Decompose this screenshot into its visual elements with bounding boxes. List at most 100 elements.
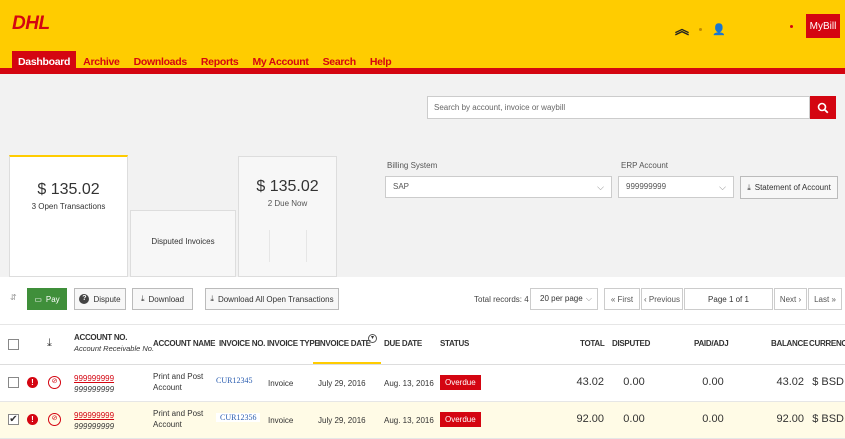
table-row[interactable]: ! ⊘ 999999999 999999999 Print and Post A… <box>0 365 845 402</box>
due-date: Aug. 13, 2016 <box>384 379 434 388</box>
download-icon: ⤓ <box>747 182 751 192</box>
th-account-sub: Account Receivable No. <box>74 344 155 353</box>
invoice-date: July 29, 2016 <box>318 416 366 425</box>
open-amount: $ 135.02 <box>37 181 100 198</box>
billing-system-label: Billing System <box>387 161 438 170</box>
mybill-button[interactable]: MyBill <box>806 14 840 38</box>
no-dispute-icon: ⊘ <box>48 413 61 426</box>
invoice-number-link[interactable]: CUR12345 <box>216 376 252 385</box>
status-badge: Overdue <box>440 375 481 390</box>
due-chart-placeholder <box>269 230 307 262</box>
select-all-checkbox[interactable] <box>8 339 19 350</box>
due-now-card[interactable]: $ 135.02 2 Due Now <box>238 156 337 277</box>
th-account-no[interactable]: ACCOUNT NO. <box>74 333 127 342</box>
invoice-date: July 29, 2016 <box>318 379 366 388</box>
th-invoice-type[interactable]: INVOICE TYPE <box>267 339 320 348</box>
download-button[interactable]: ⤓ Download <box>132 288 193 310</box>
status-badge: Overdue <box>440 412 481 427</box>
first-page-button[interactable]: « First <box>604 288 640 310</box>
th-invoice-no[interactable]: INVOICE NO. <box>219 339 265 348</box>
currency-value: $ BSD <box>812 413 844 425</box>
account-number-cell[interactable]: 999999999 999999999 <box>74 410 114 432</box>
search-button[interactable] <box>810 96 836 119</box>
disputed-invoices-card[interactable]: Disputed Invoices <box>130 210 236 277</box>
chevron-down-icon: ⌵ <box>719 182 726 192</box>
next-page-button[interactable]: Next › <box>774 288 807 310</box>
account-name-cell: Print and Post Account <box>153 371 203 393</box>
disputed-invoices-label: Disputed Invoices <box>151 237 215 246</box>
row-checkbox-checked[interactable]: ✔ <box>8 414 19 425</box>
invoice-type: Invoice <box>268 416 294 425</box>
account-name-cell: Print and Post Account <box>153 408 203 430</box>
pay-button[interactable]: ▭ Pay <box>27 288 67 310</box>
row-checkbox[interactable] <box>8 377 19 388</box>
download-icon: ⤓ <box>140 294 145 303</box>
download-column-icon[interactable]: ⤓ <box>47 337 52 350</box>
paid-adj-value: 0.00 <box>702 376 724 388</box>
search-icon <box>817 102 829 113</box>
erp-account-value: 999999999 <box>626 182 667 191</box>
th-disputed[interactable]: DISPUTED <box>612 339 650 348</box>
invoice-number-link[interactable]: CUR12356 <box>216 413 261 422</box>
notification-dot-icon <box>790 25 793 28</box>
chevron-down-icon: ⌵ <box>597 182 604 192</box>
due-date: Aug. 13, 2016 <box>384 416 434 425</box>
previous-page-button[interactable]: ‹ Previous <box>641 288 683 310</box>
drag-handle-icon[interactable]: ⇵ <box>10 293 17 302</box>
th-balance[interactable]: BALANCE <box>771 339 808 348</box>
table-header: ⤓ ACCOUNT NO. Account Receivable No. ACC… <box>0 324 845 365</box>
account-name-line1: Print and Post <box>153 372 204 381</box>
due-amount: $ 135.02 <box>256 178 319 195</box>
separator-dot-icon <box>699 27 702 31</box>
per-page-value: 20 per page <box>540 294 583 303</box>
chevron-down-icon: ⌵ <box>585 294 592 303</box>
dhl-logo[interactable]: DHL <box>12 13 50 35</box>
billing-system-select[interactable]: SAP ⌵ <box>385 176 612 198</box>
download-icon: ⤓ <box>210 294 214 303</box>
credit-card-icon: ▭ <box>34 294 42 304</box>
th-due-date[interactable]: DUE DATE <box>384 339 422 348</box>
disputed-value: 0.00 <box>623 413 645 425</box>
th-currency[interactable]: CURRENCY <box>809 339 845 348</box>
th-status[interactable]: STATUS <box>440 339 469 348</box>
th-paid-adj[interactable]: PAID/ADJ <box>694 339 729 348</box>
erp-account-select[interactable]: 999999999 ⌵ <box>618 176 734 198</box>
total-value: 92.00 <box>576 413 604 425</box>
th-invoice-date[interactable]: INVOICE DATE <box>318 339 371 348</box>
account-name-line2: Account <box>153 383 182 392</box>
search-input[interactable]: Search by account, invoice or waybill <box>427 96 810 119</box>
user-icon[interactable]: 👤 <box>712 23 726 36</box>
sort-icon[interactable]: ▾ <box>368 334 377 343</box>
page-info: Page 1 of 1 <box>684 288 773 310</box>
invoice-type: Invoice <box>268 379 294 388</box>
per-page-select[interactable]: 20 per page ⌵ <box>530 288 598 310</box>
open-transactions-card[interactable]: $ 135.02 3 Open Transactions <box>9 155 128 277</box>
question-icon: ? <box>79 294 90 304</box>
balance-value: 43.02 <box>776 376 804 388</box>
alert-icon: ! <box>27 377 38 388</box>
no-dispute-icon: ⊘ <box>48 376 61 389</box>
statement-of-account-button[interactable]: ⤓ Statement of Account <box>740 176 838 199</box>
account-name-line2: Account <box>153 420 182 429</box>
statement-of-account-label: Statement of Account <box>754 183 831 192</box>
th-total[interactable]: TOTAL <box>580 339 605 348</box>
collapse-chevron-icon[interactable]: ︽ <box>675 19 689 39</box>
th-account-name[interactable]: ACCOUNT NAME <box>153 339 215 348</box>
account-number-link[interactable]: 999999999 <box>74 373 114 384</box>
account-number-cell[interactable]: 999999999 999999999 <box>74 373 114 395</box>
download-all-label: Download All Open Transactions <box>217 294 334 304</box>
download-all-button[interactable]: ⤓ Download All Open Transactions <box>205 288 339 310</box>
sort-indicator <box>313 362 381 364</box>
ar-number: 999999999 <box>74 422 115 431</box>
dispute-button[interactable]: ? Dispute <box>74 288 126 310</box>
header-icons: ︽ 👤 <box>675 19 726 39</box>
open-transactions-label: 3 Open Transactions <box>31 202 106 211</box>
account-number-link[interactable]: 999999999 <box>74 410 114 421</box>
alert-icon: ! <box>27 414 38 425</box>
table-row[interactable]: ✔ ! ⊘ 999999999 999999999 Print and Post… <box>0 402 845 439</box>
pay-label: Pay <box>45 294 60 304</box>
last-page-button[interactable]: Last » <box>808 288 842 310</box>
currency-value: $ BSD <box>812 376 844 388</box>
download-label: Download <box>148 294 185 304</box>
top-header: DHL ︽ 👤 MyBill Dashboard Archive Downloa… <box>0 0 845 74</box>
